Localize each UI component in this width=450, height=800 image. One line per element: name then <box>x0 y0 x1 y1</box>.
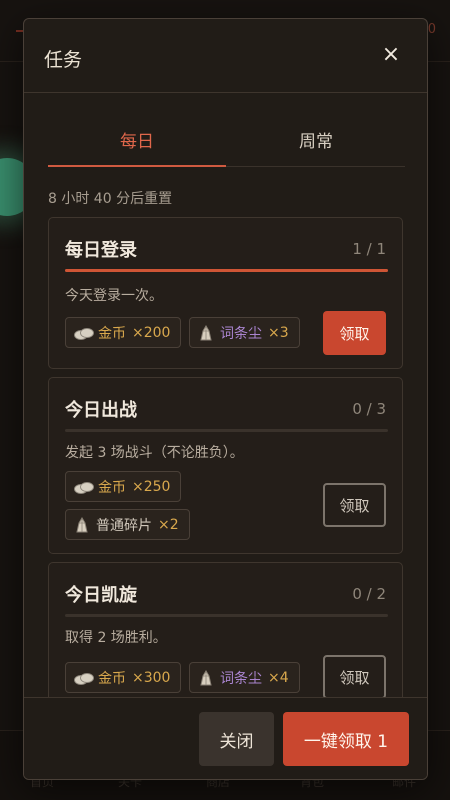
reward-name: 金币 <box>98 479 126 496</box>
background-header-value: 0 <box>427 22 436 37</box>
reward-quantity: ×3 <box>268 324 289 341</box>
reward-quantity: ×300 <box>132 669 171 686</box>
reward-chip-coin: 金币 ×300 <box>65 662 182 693</box>
crystal-icon <box>200 324 212 340</box>
close-icon[interactable]: × <box>379 43 403 67</box>
reward-name: 普通碎片 <box>96 517 152 534</box>
task-list[interactable]: 每日登录 1 / 1 今天登录一次。 金币 ×200 词条尘 ×3 领取 今日出… <box>48 217 405 697</box>
modal-footer: 关闭 一键领取 1 <box>24 697 427 779</box>
task-progress-fill <box>65 269 388 272</box>
task-progress-text: 0 / 3 <box>352 400 386 418</box>
reward-quantity: ×200 <box>132 324 171 341</box>
reward-name: 词条尘 <box>220 325 262 342</box>
crystal-icon <box>200 669 212 685</box>
tab-weekly[interactable]: 周常 <box>227 127 405 152</box>
reward-chip-dust: 词条尘 ×4 <box>189 662 300 693</box>
task-card-daily-battle: 今日出战 0 / 3 发起 3 场战斗（不论胜负）。 金币 ×250 普通碎片 … <box>48 377 403 554</box>
task-progress-text: 0 / 2 <box>352 585 386 603</box>
claim-all-button[interactable]: 一键领取 1 <box>283 712 409 766</box>
active-tab-indicator <box>48 165 226 167</box>
tab-daily[interactable]: 每日 <box>48 127 226 152</box>
coin-icon <box>74 327 94 340</box>
coin-icon <box>74 481 94 494</box>
reward-name: 金币 <box>98 325 126 342</box>
reward-chip-coin: 金币 ×250 <box>65 471 182 502</box>
task-progress-bar <box>65 614 388 617</box>
reward-chip-fragment: 普通碎片 ×2 <box>65 509 190 540</box>
reward-chip-coin: 金币 ×200 <box>65 317 182 348</box>
reward-chip-dust: 词条尘 ×3 <box>189 317 300 348</box>
task-progress-bar <box>65 269 388 272</box>
modal-header: 任务 × <box>24 19 427 93</box>
claim-button[interactable]: 领取 <box>323 483 386 527</box>
task-modal: 任务 × 每日 周常 8 小时 40 分后重置 每日登录 1 / 1 今天登录一… <box>23 18 428 780</box>
crystal-icon <box>76 516 88 532</box>
task-card-daily-login: 每日登录 1 / 1 今天登录一次。 金币 ×200 词条尘 ×3 领取 <box>48 217 403 369</box>
coin-icon <box>74 672 94 685</box>
reward-name: 金币 <box>98 670 126 687</box>
task-progress-text: 1 / 1 <box>352 240 386 258</box>
task-progress-bar <box>65 429 388 432</box>
task-card-daily-victory: 今日凯旋 0 / 2 取得 2 场胜利。 金币 ×300 词条尘 ×4 领取 <box>48 562 403 697</box>
task-title: 每日登录 <box>65 240 137 261</box>
close-button[interactable]: 关闭 <box>199 712 274 766</box>
claim-button[interactable]: 领取 <box>323 311 386 355</box>
task-description: 取得 2 场胜利。 <box>65 630 167 646</box>
task-description: 今天登录一次。 <box>65 288 163 304</box>
reward-name: 词条尘 <box>220 670 262 687</box>
claim-button[interactable]: 领取 <box>323 655 386 697</box>
task-description: 发起 3 场战斗（不论胜负）。 <box>65 445 244 461</box>
modal-title: 任务 <box>44 49 83 71</box>
reset-countdown: 8 小时 40 分后重置 <box>48 191 173 207</box>
reward-quantity: ×4 <box>268 669 289 686</box>
task-title: 今日出战 <box>65 400 137 421</box>
task-tabs: 每日 周常 <box>48 117 405 167</box>
task-title: 今日凯旋 <box>65 585 137 606</box>
reward-quantity: ×250 <box>132 478 171 495</box>
reward-quantity: ×2 <box>158 516 179 533</box>
